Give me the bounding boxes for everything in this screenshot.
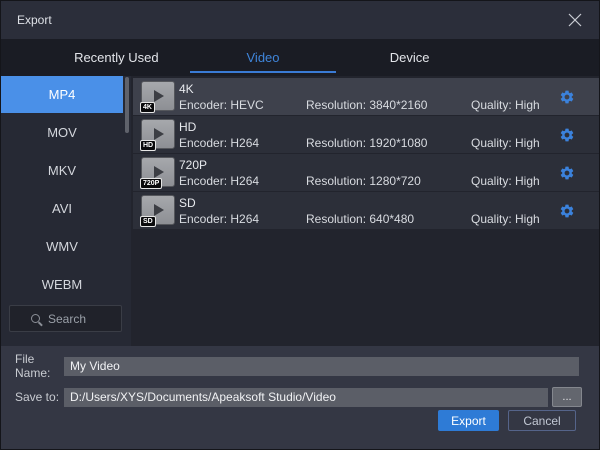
search-input[interactable] xyxy=(48,312,100,326)
preset-resolution: Resolution: 640*480 xyxy=(306,212,414,226)
export-dialog: Export Recently Used Video Device MP4 MO… xyxy=(0,0,600,450)
save-to-label: Save to: xyxy=(15,390,64,404)
preset-encoder: Encoder: HEVC xyxy=(179,98,264,112)
resolution-badge: HD xyxy=(140,140,156,151)
sidebar-item-mkv[interactable]: MKV xyxy=(1,152,123,189)
sidebar-item-mp4[interactable]: MP4 xyxy=(1,76,123,113)
play-icon xyxy=(154,166,164,178)
sidebar-scrollbar[interactable] xyxy=(125,77,129,133)
browse-button[interactable]: ... xyxy=(552,387,582,407)
tab-label: Video xyxy=(247,50,280,65)
preset-row-720p[interactable]: 720P 720P Encoder: H264 Resolution: 1280… xyxy=(133,154,599,191)
preset-encoder: Encoder: H264 xyxy=(179,136,259,150)
tab-recently-used[interactable]: Recently Used xyxy=(43,39,190,76)
resolution-badge: 720P xyxy=(140,178,162,189)
preset-list: 4K 4K Encoder: HEVC Resolution: 3840*216… xyxy=(131,76,599,346)
search-box[interactable] xyxy=(9,305,122,332)
preset-row-hd[interactable]: HD HD Encoder: H264 Resolution: 1920*108… xyxy=(133,116,599,153)
tabs: Recently Used Video Device xyxy=(43,39,483,76)
search-icon xyxy=(31,314,40,323)
content: MP4 MOV MKV AVI WMV WEBM 4K 4K Encoder: … xyxy=(1,76,599,346)
play-icon xyxy=(154,90,164,102)
video-thumbnail-icon: HD xyxy=(141,119,175,149)
save-to-input[interactable] xyxy=(64,388,548,407)
video-thumbnail-icon: SD xyxy=(141,195,175,225)
footer-buttons: Export Cancel xyxy=(438,410,576,431)
preset-resolution: Resolution: 1920*1080 xyxy=(306,136,427,150)
window-title: Export xyxy=(17,13,52,27)
cancel-button[interactable]: Cancel xyxy=(508,410,576,431)
preset-quality: Quality: High xyxy=(471,174,540,188)
sidebar-item-webm[interactable]: WEBM xyxy=(1,266,123,303)
save-to-row: Save to: ... xyxy=(15,387,599,407)
tab-label: Recently Used xyxy=(74,50,159,65)
preset-quality: Quality: High xyxy=(471,136,540,150)
preset-title: 4K xyxy=(179,82,194,96)
tab-device[interactable]: Device xyxy=(336,39,483,76)
resolution-badge: 4K xyxy=(140,102,155,113)
resolution-badge: SD xyxy=(140,216,156,227)
close-icon[interactable] xyxy=(567,12,583,28)
preset-row-sd[interactable]: SD SD Encoder: H264 Resolution: 640*480 … xyxy=(133,192,599,229)
file-name-label: File Name: xyxy=(15,352,64,380)
file-name-row: File Name: xyxy=(15,352,599,380)
video-thumbnail-icon: 720P xyxy=(141,157,175,187)
preset-resolution: Resolution: 3840*2160 xyxy=(306,98,427,112)
settings-gear-icon[interactable] xyxy=(559,203,575,219)
settings-gear-icon[interactable] xyxy=(559,89,575,105)
video-thumbnail-icon: 4K xyxy=(141,81,175,111)
tab-label: Device xyxy=(390,50,430,65)
sidebar-item-mov[interactable]: MOV xyxy=(1,114,123,151)
preset-row-4k[interactable]: 4K 4K Encoder: HEVC Resolution: 3840*216… xyxy=(133,78,599,115)
tab-video[interactable]: Video xyxy=(190,39,337,76)
file-name-input[interactable] xyxy=(64,357,579,376)
export-button[interactable]: Export xyxy=(438,410,499,431)
settings-gear-icon[interactable] xyxy=(559,127,575,143)
preset-title: 720P xyxy=(179,158,207,172)
sidebar-item-wmv[interactable]: WMV xyxy=(1,228,123,265)
settings-gear-icon[interactable] xyxy=(559,165,575,181)
play-icon xyxy=(154,204,164,216)
preset-encoder: Encoder: H264 xyxy=(179,174,259,188)
preset-resolution: Resolution: 1280*720 xyxy=(306,174,421,188)
preset-quality: Quality: High xyxy=(471,212,540,226)
preset-encoder: Encoder: H264 xyxy=(179,212,259,226)
play-icon xyxy=(154,128,164,140)
tabbar: Recently Used Video Device xyxy=(1,39,599,76)
titlebar: Export xyxy=(1,1,599,39)
format-sidebar: MP4 MOV MKV AVI WMV WEBM xyxy=(1,76,131,346)
sidebar-item-avi[interactable]: AVI xyxy=(1,190,123,227)
preset-quality: Quality: High xyxy=(471,98,540,112)
footer-panel: File Name: Save to: ... Export Cancel xyxy=(1,346,599,450)
preset-title: HD xyxy=(179,120,196,134)
preset-title: SD xyxy=(179,196,196,210)
